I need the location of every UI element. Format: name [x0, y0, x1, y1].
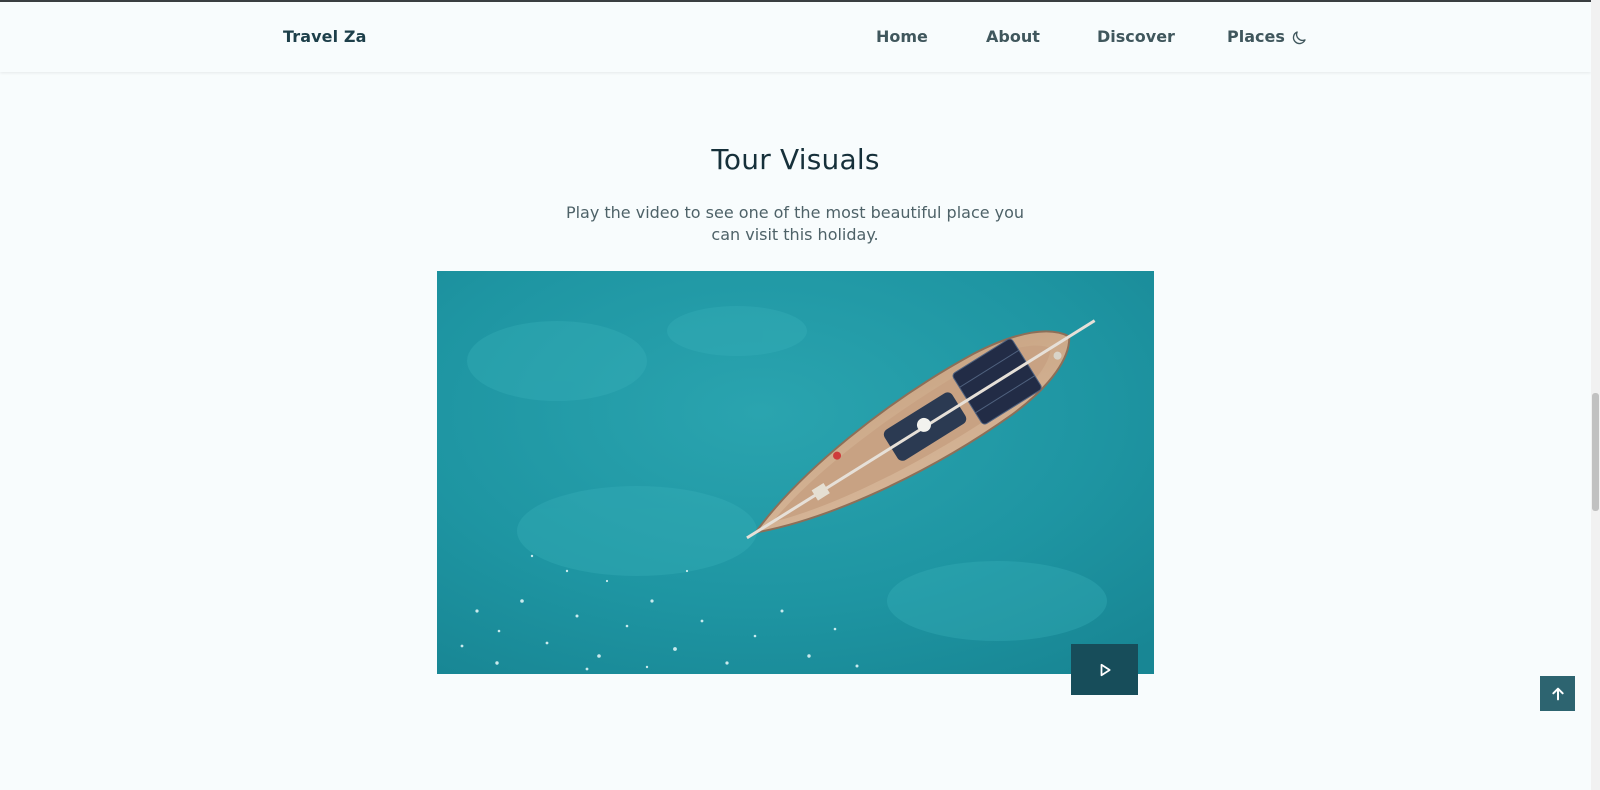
video-thumbnail — [437, 271, 1154, 674]
play-button[interactable] — [1071, 644, 1138, 695]
moon-icon[interactable] — [1290, 29, 1308, 47]
scrollbar-thumb[interactable] — [1592, 393, 1599, 511]
nav-about[interactable]: About — [986, 27, 1040, 46]
arrow-up-icon — [1551, 687, 1564, 700]
nav-places[interactable]: Places — [1227, 27, 1285, 46]
section-description: Play the video to see one of the most be… — [565, 203, 1025, 244]
brand-logo[interactable]: Travel Za — [283, 27, 366, 46]
section-title: Tour Visuals — [711, 143, 880, 177]
site-header: Travel Za Home About Discover Places — [0, 2, 1591, 72]
nav-discover[interactable]: Discover — [1097, 27, 1175, 46]
scroll-top-button[interactable] — [1540, 676, 1575, 711]
play-icon — [1100, 663, 1111, 676]
tour-video[interactable] — [437, 271, 1154, 674]
nav-home[interactable]: Home — [876, 27, 928, 46]
